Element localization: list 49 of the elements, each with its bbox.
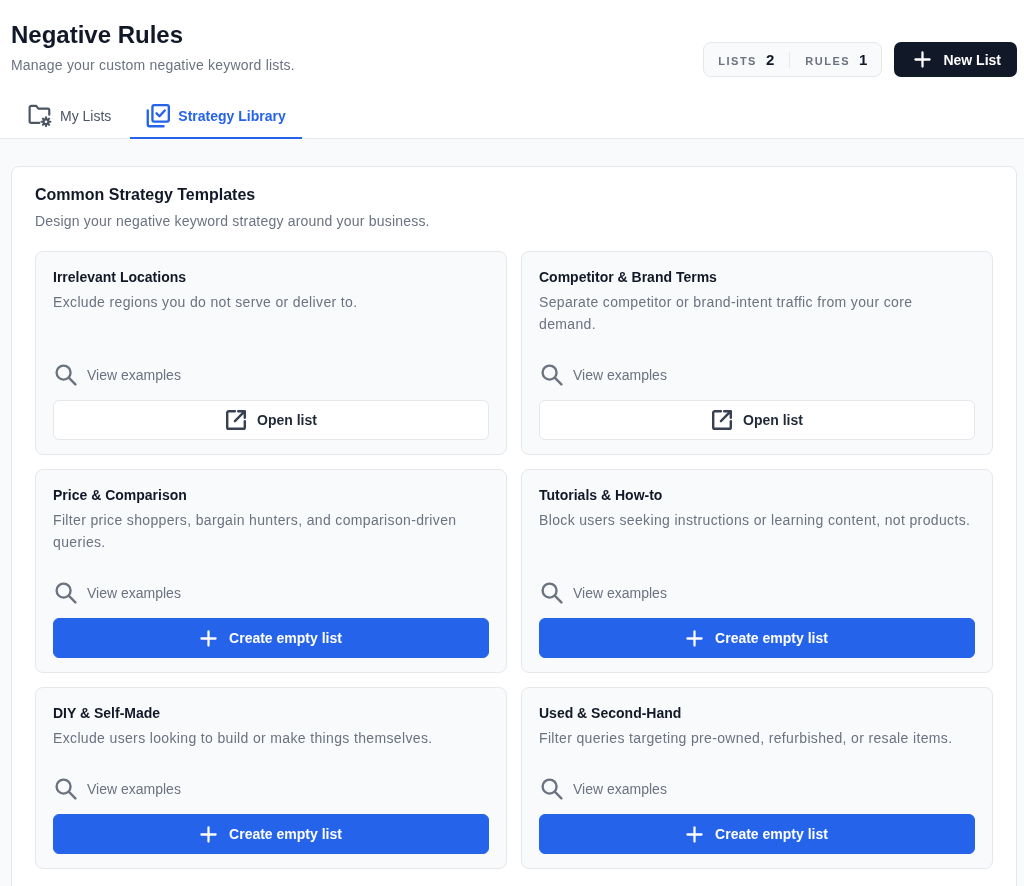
page-title: Negative Rules — [11, 20, 185, 50]
new-list-button[interactable]: New List — [894, 42, 1017, 77]
plus-icon — [686, 629, 704, 647]
view-examples-link[interactable]: View examples — [53, 581, 181, 605]
plus-icon — [200, 825, 218, 843]
page-subtitle: Manage your custom negative keyword lists. — [11, 56, 295, 75]
search-icon — [541, 778, 563, 800]
external-link-icon — [711, 409, 734, 431]
card-description: Filter queries targeting pre-owned, refurbished, or resale items. — [539, 729, 954, 748]
create-list-button[interactable]: Create empty list — [539, 618, 975, 658]
plus-icon — [914, 51, 932, 68]
view-examples-link[interactable]: View examples — [539, 363, 667, 387]
card-title: Competitor & Brand Terms — [539, 268, 718, 287]
view-examples-link[interactable]: View examples — [539, 777, 667, 801]
stat-value: 2 — [765, 51, 775, 68]
panel-title: Common Strategy Templates — [35, 185, 257, 205]
open-list-button[interactable]: Open list — [539, 400, 975, 440]
checkbox-stack-icon — [146, 104, 171, 128]
card-description: Separate competitor or brand-intent traffic from your core demand. — [539, 293, 914, 334]
create-list-button[interactable]: Create empty list — [53, 618, 489, 658]
view-examples-link[interactable]: View examples — [53, 777, 181, 801]
card-title: Price & Comparison — [53, 486, 188, 505]
card-title: Tutorials & How-to — [539, 486, 664, 505]
folder-gear-icon — [28, 104, 52, 128]
card-description: Filter price shoppers, bargain hunters, and comparison-driven queries. — [53, 511, 458, 552]
card-title: Irrelevant Locations — [53, 268, 188, 287]
search-icon — [55, 364, 77, 386]
create-list-button[interactable]: Create empty list — [539, 814, 975, 854]
external-link-icon — [225, 409, 248, 431]
plus-icon — [686, 825, 704, 843]
card-title: DIY & Self-Made — [53, 704, 162, 723]
card-description: Exclude users looking to build or make things themselves. — [53, 729, 434, 748]
open-list-button[interactable]: Open list — [53, 400, 489, 440]
search-icon — [541, 364, 563, 386]
search-icon — [55, 582, 77, 604]
panel-subtitle: Design your negative keyword strategy around your business. — [35, 212, 431, 231]
card-title: Used & Second-Hand — [539, 704, 683, 723]
tab[interactable]: My Lists — [12, 95, 128, 139]
card-description: Exclude regions you do not serve or deliver to. — [53, 293, 359, 312]
search-icon — [55, 778, 77, 800]
create-list-button[interactable]: Create empty list — [53, 814, 489, 854]
stat-value: 1 — [859, 51, 868, 68]
plus-icon — [200, 629, 218, 647]
view-examples-link[interactable]: View examples — [539, 581, 667, 605]
view-examples-link[interactable]: View examples — [53, 363, 181, 387]
stat-label: LISTS — [718, 55, 757, 67]
stat-label: RULES — [805, 55, 851, 67]
search-icon — [541, 582, 563, 604]
card-description: Block users seeking instructions or learning content, not products. — [539, 511, 972, 530]
